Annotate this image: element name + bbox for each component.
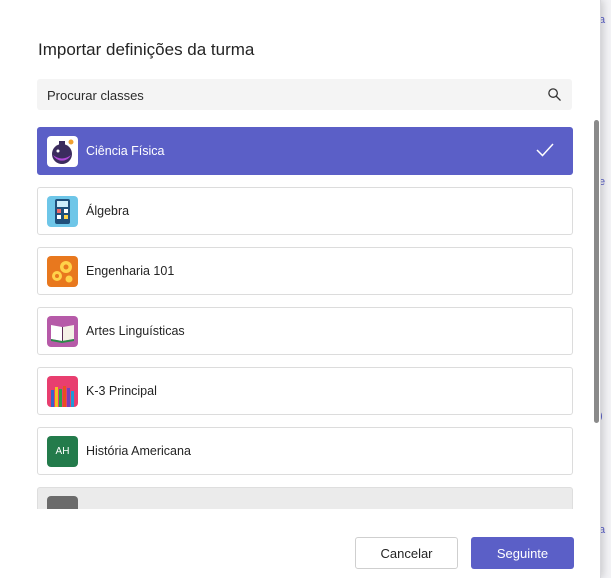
class-name: Álgebra bbox=[86, 204, 130, 218]
pencils-icon bbox=[47, 376, 78, 407]
initials-avatar: AH bbox=[47, 436, 78, 467]
class-name: História Americana bbox=[86, 444, 191, 458]
next-button[interactable]: Seguinte bbox=[471, 537, 574, 569]
search-icon[interactable] bbox=[547, 87, 562, 102]
class-name: Ciência Física bbox=[86, 144, 165, 158]
class-item-algebra[interactable]: Álgebra bbox=[37, 187, 573, 235]
placeholder-avatar bbox=[47, 496, 78, 509]
dialog-title: Importar definições da turma bbox=[38, 40, 255, 59]
class-item-loading bbox=[37, 487, 573, 509]
search-box[interactable]: Procurar classes bbox=[37, 79, 572, 110]
book-icon bbox=[47, 316, 78, 347]
class-name: Engenharia 101 bbox=[86, 264, 175, 278]
cancel-button[interactable]: Cancelar bbox=[355, 537, 458, 569]
class-item-engenharia-101[interactable]: Engenharia 101 bbox=[37, 247, 573, 295]
gears-icon bbox=[47, 256, 78, 287]
import-class-settings-dialog: Importar definições da turma Procurar cl… bbox=[0, 0, 601, 578]
class-name: Artes Linguísticas bbox=[86, 324, 185, 338]
class-item-historia-americana[interactable]: AH História Americana bbox=[37, 427, 573, 475]
class-name: K-3 Principal bbox=[86, 384, 157, 398]
calculator-icon bbox=[47, 196, 78, 227]
class-item-ciencia-fisica[interactable]: Ciência Física bbox=[37, 127, 573, 175]
class-item-artes-linguisticas[interactable]: Artes Linguísticas bbox=[37, 307, 573, 355]
class-item-k3-principal[interactable]: K-3 Principal bbox=[37, 367, 573, 415]
flask-icon bbox=[47, 136, 78, 167]
avatar-initials: AH bbox=[55, 446, 70, 457]
checkmark-icon bbox=[536, 143, 554, 157]
class-list: Ciência Física Álgebra Engenharia 101 Ar… bbox=[37, 127, 573, 509]
scrollbar-thumb[interactable] bbox=[594, 120, 599, 423]
search-input[interactable]: Procurar classes bbox=[47, 88, 144, 103]
